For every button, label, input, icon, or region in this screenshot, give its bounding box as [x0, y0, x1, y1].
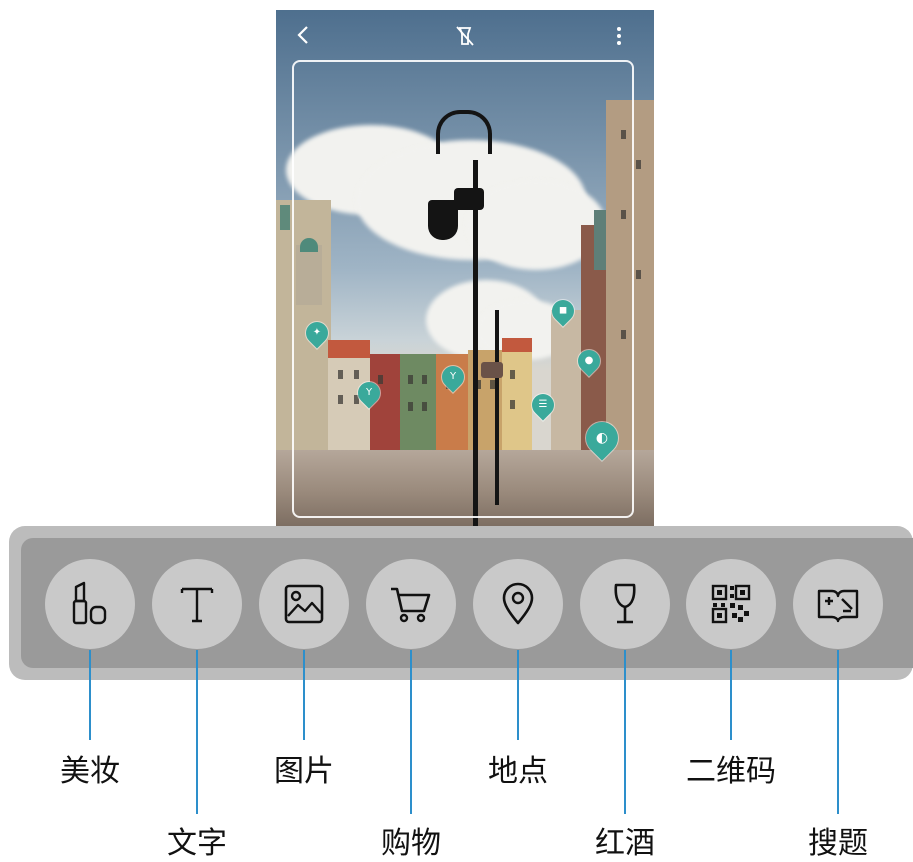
camera-viewfinder[interactable]: ✦ Y Y ◼ ● ☰ ◐ [276, 10, 654, 526]
leader-line [303, 650, 305, 740]
leader-line [517, 650, 519, 740]
makeup-label: 美妆 [60, 754, 120, 789]
image-label: 图片 [274, 754, 334, 789]
chevron-left-icon[interactable] [296, 24, 310, 51]
lens-toolbar [9, 526, 913, 680]
search-question-label: 搜题 [808, 826, 868, 861]
qr-code-mode-button[interactable] [686, 559, 776, 649]
image-mode-button[interactable] [259, 559, 349, 649]
wine-mode-button[interactable] [580, 559, 670, 649]
window [636, 270, 641, 279]
text-label: 文字 [167, 826, 227, 861]
cart-icon [391, 587, 431, 623]
place-mode-button[interactable] [473, 559, 563, 649]
leader-line [730, 650, 732, 740]
window [636, 160, 641, 169]
qr-code-icon [711, 584, 751, 624]
place-label: 地点 [488, 754, 548, 789]
viewfinder-frame [292, 60, 634, 518]
lipstick-icon [72, 581, 107, 625]
search-question-mode-button[interactable] [793, 559, 883, 649]
map-pin-icon[interactable]: ✦ [301, 317, 333, 349]
map-pin-icon[interactable]: Y [353, 377, 385, 409]
text-mode-button[interactable] [152, 559, 242, 649]
wine-glass-icon [614, 583, 636, 624]
map-pin-icon[interactable]: ☰ [527, 389, 559, 421]
image-icon [284, 584, 324, 624]
leader-line [196, 650, 198, 814]
map-pin-icon[interactable]: ◼ [547, 295, 579, 327]
flash-off-icon[interactable] [454, 24, 476, 53]
leader-line [624, 650, 626, 814]
spire [280, 205, 290, 230]
map-pin-icon[interactable]: ● [573, 345, 605, 377]
more-vertical-icon[interactable] [616, 26, 622, 51]
location-pin-icon [502, 582, 534, 625]
leader-line [837, 650, 839, 814]
makeup-mode-button[interactable] [45, 559, 135, 649]
wine-label: 红酒 [595, 826, 655, 861]
shopping-mode-button[interactable] [366, 559, 456, 649]
map-pin-icon[interactable]: ◐ [579, 415, 625, 461]
search-question-icon [817, 589, 859, 623]
leader-line [89, 650, 91, 740]
leader-line [410, 650, 412, 814]
qr-code-label: 二维码 [686, 754, 776, 789]
map-pin-icon[interactable]: Y [437, 361, 469, 393]
text-icon [180, 587, 214, 623]
shopping-label: 购物 [381, 826, 441, 861]
